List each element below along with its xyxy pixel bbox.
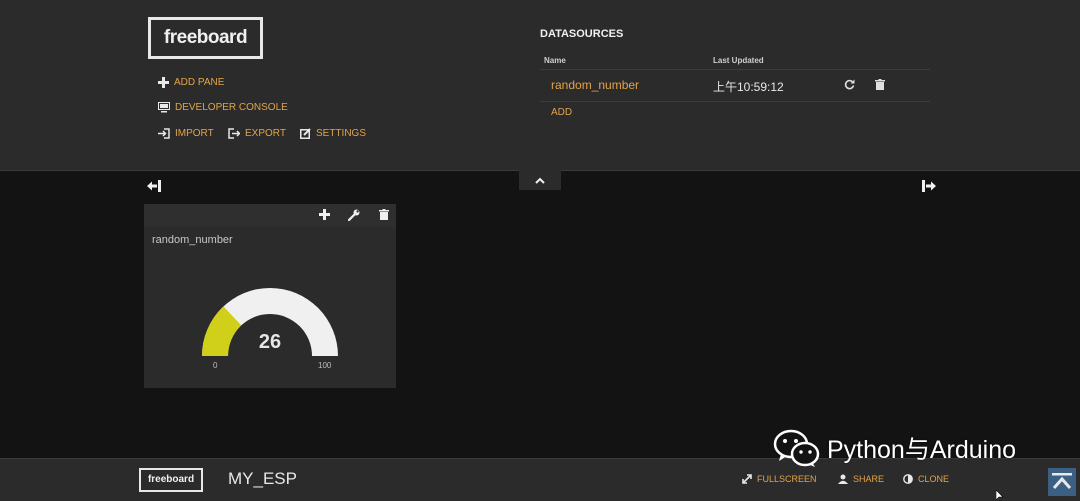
board-name[interactable]: MY_ESP	[228, 469, 297, 489]
share-button[interactable]: SHARE	[838, 474, 884, 484]
datasource-name[interactable]: random_number	[551, 78, 639, 92]
export-button[interactable]: EXPORT	[228, 128, 286, 139]
mouse-cursor-icon	[996, 490, 1004, 500]
back-to-top-button[interactable]	[1048, 468, 1076, 496]
developer-console-label: DEVELOPER CONSOLE	[175, 102, 288, 113]
settings-button[interactable]: SETTINGS	[300, 128, 366, 139]
wechat-watermark: Python与Arduino	[773, 428, 1016, 468]
chevron-up-icon	[1052, 473, 1072, 489]
datasource-last-updated: 上午10:59:12	[713, 80, 784, 94]
refresh-icon[interactable]	[844, 79, 855, 90]
add-pane-button[interactable]: ADD PANE	[158, 77, 224, 88]
freeboard-logo[interactable]: freeboard	[148, 17, 263, 59]
datasources-title: DATASOURCES	[540, 28, 624, 40]
gauge-min-label: 0	[213, 361, 218, 370]
gauge-value: 26	[258, 331, 282, 353]
add-pane-label: ADD PANE	[174, 77, 225, 88]
pane-toolbar	[144, 204, 396, 227]
clone-label: CLONE	[918, 474, 950, 484]
add-datasource-button[interactable]: ADD	[551, 107, 572, 118]
wrench-icon[interactable]	[348, 209, 360, 221]
export-icon	[228, 128, 240, 139]
chevron-up-icon	[535, 177, 545, 184]
contrast-icon	[903, 474, 913, 484]
import-icon	[158, 128, 170, 139]
plus-icon	[158, 77, 169, 88]
widget-title: random_number	[152, 234, 233, 246]
export-label: EXPORT	[245, 128, 286, 139]
datasources-divider	[540, 69, 930, 70]
datasources-row-divider	[540, 101, 930, 102]
widget-pane: random_number 26 0 100	[144, 204, 396, 388]
footer-logo[interactable]: freeboard	[139, 468, 203, 492]
monitor-icon	[158, 102, 170, 113]
settings-label: SETTINGS	[316, 128, 367, 139]
add-widget-icon[interactable]	[319, 209, 330, 220]
edit-icon	[300, 128, 311, 139]
user-icon	[838, 474, 848, 484]
datasources-column-name: Name	[544, 56, 566, 65]
watermark-text: Python与Arduino	[827, 436, 1017, 464]
fullscreen-icon	[742, 474, 752, 484]
wechat-icon	[773, 429, 820, 467]
datasources-column-last-updated: Last Updated	[713, 56, 764, 65]
import-button[interactable]: IMPORT	[158, 128, 214, 139]
share-label: SHARE	[853, 474, 885, 484]
gauge-max-label: 100	[318, 361, 332, 370]
fullscreen-button[interactable]: FULLSCREEN	[742, 474, 817, 484]
clone-button[interactable]: CLONE	[903, 474, 949, 484]
fullscreen-label: FULLSCREEN	[757, 474, 817, 484]
shrink-columns-icon[interactable]	[147, 180, 162, 192]
trash-icon[interactable]	[875, 79, 885, 90]
import-label: IMPORT	[175, 128, 214, 139]
collapse-header-button[interactable]	[519, 170, 561, 190]
delete-pane-icon[interactable]	[379, 209, 389, 220]
developer-console-button[interactable]: DEVELOPER CONSOLE	[158, 102, 288, 113]
header-panel: freeboard ADD PANE DEVELOPER CONSOLE IMP…	[0, 0, 1080, 171]
expand-columns-icon[interactable]	[921, 180, 936, 192]
